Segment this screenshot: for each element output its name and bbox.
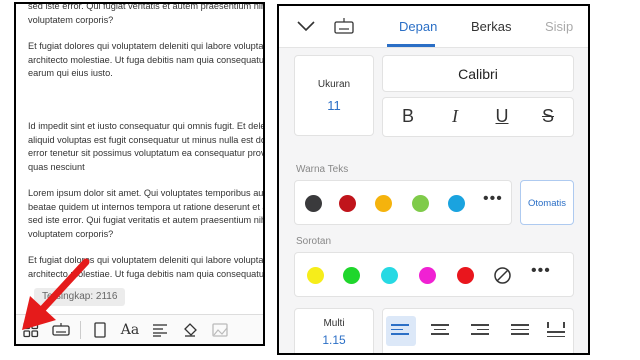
font-size-card[interactable]: Ukuran 11 (294, 55, 374, 136)
document-panel: sed iste error. Qui fugiat veritatis et … (14, 2, 265, 346)
auto-color-button[interactable]: Otomatis (520, 180, 574, 225)
highlight-swatch-red[interactable] (457, 267, 474, 284)
tab-sisip[interactable]: Sisip (545, 19, 573, 34)
paragraph: sed iste error. Qui fugiat veritatis et … (28, 2, 265, 27)
auto-color-label: Otomatis (527, 198, 566, 209)
highlight-swatch-cyan[interactable] (381, 267, 398, 284)
keyboard-icon[interactable] (334, 17, 354, 35)
active-tab-indicator (387, 44, 435, 47)
font-icon[interactable]: Aa (115, 315, 145, 345)
bold-button[interactable]: B (393, 106, 423, 127)
color-swatch-blue[interactable] (448, 195, 465, 212)
more-colors-icon[interactable]: ••• (483, 190, 503, 208)
paragraph: Lorem ipsum dolor sit amet. Qui voluptat… (28, 187, 265, 241)
align-right-icon[interactable] (471, 324, 493, 340)
line-spacing-card[interactable]: Multi 1.15 (294, 308, 374, 353)
paragraph-line: sed iste error. Qui fugiat veritatis et … (28, 215, 265, 225)
paragraph-line (28, 94, 263, 108)
line-spacing-value: 1.15 (322, 333, 346, 347)
highlight-row: ••• (294, 252, 574, 297)
paint-icon[interactable] (175, 315, 205, 345)
paragraph-line: sed iste error. Qui fugiat veritatis et … (28, 2, 265, 11)
color-swatch-yellow[interactable] (375, 195, 392, 212)
tab-depan[interactable]: Depan (399, 19, 437, 34)
color-swatch-dark[interactable] (305, 195, 322, 212)
font-size-value: 11 (327, 98, 341, 113)
align-icon[interactable] (145, 315, 175, 345)
align-center-icon[interactable] (431, 324, 453, 340)
font-size-label: Ukuran (317, 79, 351, 90)
paragraph-line: beatae quidem ut internos tempora ut rat… (28, 201, 265, 212)
paragraph-line: voluptatem corporis? (28, 228, 114, 239)
image-icon[interactable] (205, 315, 235, 345)
align-distributed-icon[interactable] (547, 322, 569, 338)
paragraph-line: Id impedit sint et iusto consequatur qui… (28, 121, 265, 131)
no-highlight-icon[interactable] (493, 266, 512, 285)
more-highlights-icon[interactable]: ••• (531, 262, 551, 280)
paragraph-line: aliquid voluptas est fugit consequatur u… (28, 134, 265, 145)
highlight-swatch-yellow[interactable] (307, 267, 324, 284)
paragraph: Et fugiat dolores qui voluptatem delenit… (28, 40, 265, 81)
align-left-icon[interactable] (391, 324, 413, 340)
paragraph-line: Lorem ipsum dolor sit amet. Qui voluptat… (28, 188, 265, 198)
tabs-bar: Depan Berkas Sisip (279, 6, 588, 48)
color-swatch-red[interactable] (339, 195, 356, 212)
paragraph-line: architecto molestiae. Ut fuga debitis na… (28, 54, 265, 65)
paragraph-line: earum qui eius iusto. (28, 68, 113, 78)
paragraph-line: quas nesciunt (28, 161, 85, 172)
strikethrough-button[interactable]: S (533, 106, 563, 127)
font-name-field[interactable]: Calibri (382, 55, 574, 92)
highlight-swatch-magenta[interactable] (419, 267, 436, 284)
paragraph: Id impedit sint et iusto consequatur qui… (28, 120, 265, 174)
chevron-down-icon[interactable] (296, 20, 316, 32)
text-color-label: Warna Teks (296, 164, 349, 175)
paragraph-line: error tenetur sit possimus voluptatum ea… (28, 148, 265, 158)
format-buttons-row: B I U S (382, 97, 574, 137)
paragraph-line: voluptatem corporis? (28, 14, 114, 25)
document-body[interactable]: sed iste error. Qui fugiat veritatis et … (28, 2, 265, 294)
highlight-label: Sorotan (296, 236, 332, 247)
tab-berkas[interactable]: Berkas (471, 19, 511, 34)
format-panel: Depan Berkas Sisip Ukuran 11 Calibri B I… (277, 4, 590, 355)
paragraph-line: Et fugiat dolores qui voluptatem delenit… (28, 41, 265, 51)
italic-button[interactable]: I (440, 106, 470, 127)
text-color-row: ••• (294, 180, 512, 225)
underline-button[interactable]: U (487, 106, 517, 127)
paragraph (28, 94, 263, 108)
highlight-swatch-green[interactable] (343, 267, 360, 284)
alignment-row (382, 308, 574, 353)
line-spacing-label: Multi (323, 318, 345, 329)
red-arrow-annotation (22, 258, 90, 330)
align-justify-icon[interactable] (511, 324, 533, 340)
font-name: Calibri (458, 66, 498, 82)
color-swatch-green[interactable] (412, 195, 429, 212)
